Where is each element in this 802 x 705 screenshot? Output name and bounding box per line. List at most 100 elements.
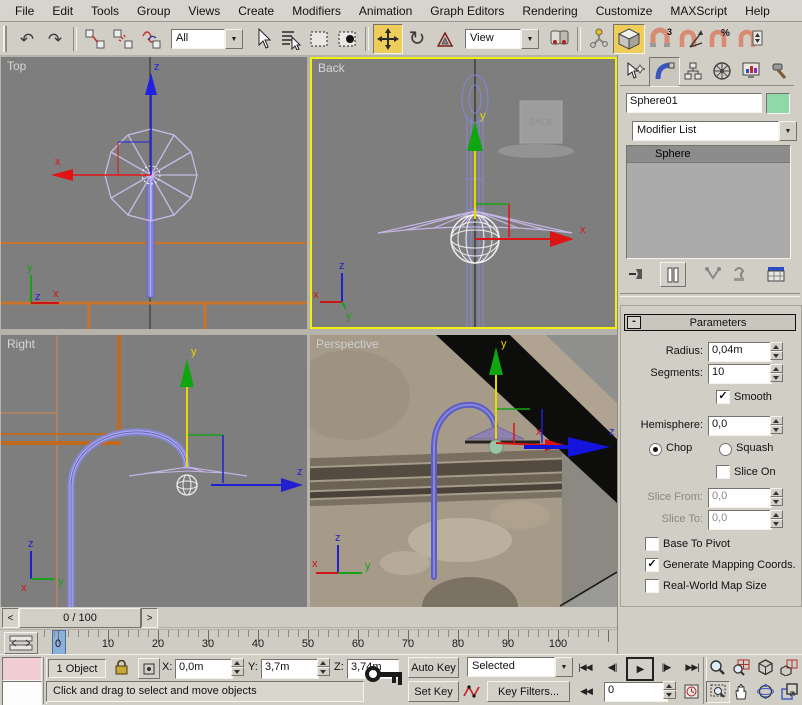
key-mode-toggle-button[interactable]: ◀◀: [573, 681, 599, 701]
menu-tools[interactable]: Tools: [82, 4, 128, 18]
remove-modifier-button[interactable]: [728, 263, 750, 284]
tab-motion[interactable]: [707, 57, 736, 86]
dropdown-arrow-icon[interactable]: ▼: [779, 121, 797, 141]
absolute-mode-toggle[interactable]: [138, 658, 160, 679]
base-to-pivot-checkbox[interactable]: [645, 537, 659, 551]
configure-modifier-sets-button[interactable]: [764, 263, 788, 284]
play-button[interactable]: ▶: [626, 657, 654, 681]
hemisphere-spinner[interactable]: [770, 416, 783, 434]
open-mini-curve-editor-button[interactable]: [4, 632, 38, 654]
x-coord-field[interactable]: 0,0m: [175, 659, 233, 679]
zoom-all-button[interactable]: [730, 657, 752, 677]
current-frame-field[interactable]: 0: [604, 682, 668, 702]
key-filters-button[interactable]: Key Filters...: [487, 681, 570, 702]
percent-snap-button[interactable]: %: [705, 25, 735, 53]
tab-modify[interactable]: [649, 57, 680, 87]
menu-animation[interactable]: Animation: [350, 4, 421, 18]
set-key-button[interactable]: Set Key: [408, 681, 459, 702]
arc-rotate-button[interactable]: [754, 681, 776, 701]
pan-button[interactable]: [730, 681, 752, 701]
redo-button[interactable]: ↷: [41, 25, 69, 53]
object-name-field[interactable]: Sphere01: [626, 93, 762, 113]
viewport-perspective-label[interactable]: Perspective: [316, 337, 379, 351]
segments-field[interactable]: 10: [708, 364, 772, 384]
frame-spinner[interactable]: [663, 681, 676, 699]
zoom-extents-all-button[interactable]: [778, 657, 800, 677]
select-by-name-button[interactable]: [277, 25, 305, 53]
dropdown-arrow-icon[interactable]: ▼: [555, 657, 573, 677]
time-slider-track[interactable]: [158, 609, 618, 628]
track-bar-ruler[interactable]: 0 10 20 30 40 50 60 70 80 90 100: [44, 630, 618, 655]
make-unique-button[interactable]: [702, 263, 724, 284]
toolbar-grip[interactable]: [3, 26, 10, 52]
time-slider-prev-button[interactable]: <: [2, 608, 19, 628]
chop-radio[interactable]: [649, 443, 662, 456]
menu-rendering[interactable]: Rendering: [513, 4, 586, 18]
key-filter-dropdown[interactable]: Selected ▼: [467, 657, 573, 677]
selection-filter-dropdown[interactable]: All ▼: [171, 29, 243, 49]
menu-modifiers[interactable]: Modifiers: [283, 4, 350, 18]
viewport-top-label[interactable]: Top: [7, 59, 26, 73]
generate-mapping-checkbox[interactable]: ✓: [645, 558, 659, 572]
auto-key-button[interactable]: Auto Key: [408, 657, 459, 678]
viewport-right[interactable]: y z z x y Right: [1, 335, 307, 607]
viewport-perspective[interactable]: y x z z x y Perspective: [310, 335, 617, 607]
maxscript-macro-recorder[interactable]: [2, 657, 42, 681]
rollout-collapse-icon[interactable]: -: [627, 316, 641, 329]
snap-3d-button[interactable]: 3: [645, 25, 675, 53]
menu-customize[interactable]: Customize: [587, 4, 662, 18]
tab-display[interactable]: [736, 57, 765, 86]
time-slider-next-button[interactable]: >: [141, 608, 158, 628]
snaps-toggle-button[interactable]: [613, 24, 645, 54]
menu-maxscript[interactable]: MAXScript: [661, 4, 736, 18]
maximize-viewport-toggle[interactable]: [778, 681, 800, 701]
maxscript-mini-listener[interactable]: [2, 681, 42, 705]
menu-group[interactable]: Group: [128, 4, 179, 18]
y-coord-field[interactable]: 3,7m: [261, 659, 319, 679]
real-world-checkbox[interactable]: [645, 579, 659, 593]
menu-create[interactable]: Create: [229, 4, 283, 18]
tab-hierarchy[interactable]: [678, 57, 707, 86]
radius-spinner[interactable]: [770, 342, 783, 360]
rectangular-selection-region-button[interactable]: [305, 25, 333, 53]
menu-file[interactable]: File: [6, 4, 43, 18]
go-to-end-button[interactable]: ▶▶|: [680, 657, 704, 677]
show-end-result-button[interactable]: [660, 262, 686, 287]
squash-radio[interactable]: [719, 443, 732, 456]
modifier-stack[interactable]: Sphere: [626, 145, 791, 259]
hemisphere-field[interactable]: 0,0: [708, 416, 772, 436]
set-keys-button[interactable]: [364, 660, 406, 700]
undo-button[interactable]: ↶: [13, 25, 41, 53]
viewport-right-label[interactable]: Right: [7, 337, 35, 351]
y-coord-spinner[interactable]: [317, 658, 330, 676]
angle-snap-button[interactable]: [675, 25, 705, 53]
menu-graph-editors[interactable]: Graph Editors: [421, 4, 513, 18]
menu-views[interactable]: Views: [179, 4, 229, 18]
selection-lock-toggle[interactable]: [112, 658, 130, 677]
x-coord-spinner[interactable]: [231, 658, 244, 676]
viewport-back[interactable]: BACK y x: [310, 57, 617, 329]
tab-create[interactable]: [620, 57, 649, 86]
unlink-selection-button[interactable]: [109, 25, 137, 53]
zoom-button[interactable]: [706, 657, 728, 677]
smooth-checkbox[interactable]: ✓: [716, 390, 730, 404]
time-slider-handle[interactable]: 0 / 100: [19, 608, 141, 628]
default-tangents-button[interactable]: [461, 681, 483, 700]
zoom-extents-button[interactable]: [754, 657, 776, 677]
previous-frame-button[interactable]: ◀||: [600, 657, 624, 677]
reference-coord-system-dropdown[interactable]: View ▼: [465, 29, 539, 49]
dropdown-arrow-icon[interactable]: ▼: [225, 29, 243, 49]
slice-on-checkbox[interactable]: [716, 465, 730, 479]
pin-stack-button[interactable]: [626, 263, 648, 284]
viewport-top[interactable]: x z y z x Top: [1, 57, 307, 329]
select-and-move-button[interactable]: [373, 24, 403, 54]
menu-edit[interactable]: Edit: [43, 4, 82, 18]
select-and-link-button[interactable]: [81, 25, 109, 53]
tab-utilities[interactable]: [765, 57, 794, 86]
viewport-back-label[interactable]: Back: [318, 61, 345, 75]
modifier-stack-item-sphere[interactable]: Sphere: [627, 146, 790, 163]
time-configuration-button[interactable]: [681, 681, 701, 701]
segments-spinner[interactable]: [770, 364, 783, 382]
select-object-button[interactable]: [249, 25, 277, 53]
next-frame-button[interactable]: ||▶: [654, 657, 678, 677]
